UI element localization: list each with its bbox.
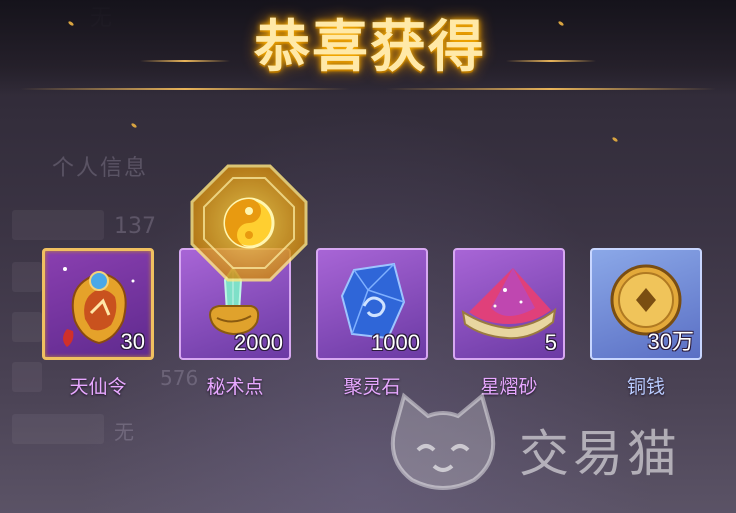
background-label-box [12, 414, 104, 444]
background-text-bottom: 无 [114, 420, 134, 444]
reward-count: 30 [120, 329, 145, 354]
gold-spark [130, 122, 138, 129]
gold-spark [611, 136, 619, 143]
background-section-title: 个人信息 [52, 156, 149, 181]
watermark: 交易猫 [384, 392, 714, 492]
reward-count: 1000 [371, 330, 420, 355]
reward-name: 秘术点 [206, 376, 264, 398]
reward-card-1[interactable]: 30 [42, 248, 154, 360]
header-ornament-left-inner [140, 60, 230, 62]
reward-popup: 无 个人信息 137 576 无 恭喜获得 30 天仙令 [0, 0, 736, 513]
reward-count: 2000 [234, 330, 283, 355]
cat-face-icon [390, 392, 496, 490]
reward-card-3[interactable]: 1000 [316, 248, 428, 360]
reward-count: 5 [544, 330, 557, 355]
reward-card-4[interactable]: 5 [453, 248, 565, 360]
reward-name: 天仙令 [69, 376, 127, 398]
page-title: 恭喜获得 [254, 14, 486, 80]
reward-card-5[interactable]: 30万 [590, 248, 702, 360]
background-label-box [12, 210, 104, 240]
watermark-text: 交易猫 [519, 425, 681, 483]
header-ornament-left [20, 88, 350, 90]
header-ornament-right [386, 88, 716, 90]
background-level-value: 137 [114, 214, 156, 239]
reward-count: 30万 [647, 329, 694, 354]
bagua-yinyang-icon [190, 164, 308, 282]
background-label-box [12, 262, 42, 292]
header-ornament-right-inner [506, 60, 596, 62]
background-label-box [12, 312, 42, 342]
